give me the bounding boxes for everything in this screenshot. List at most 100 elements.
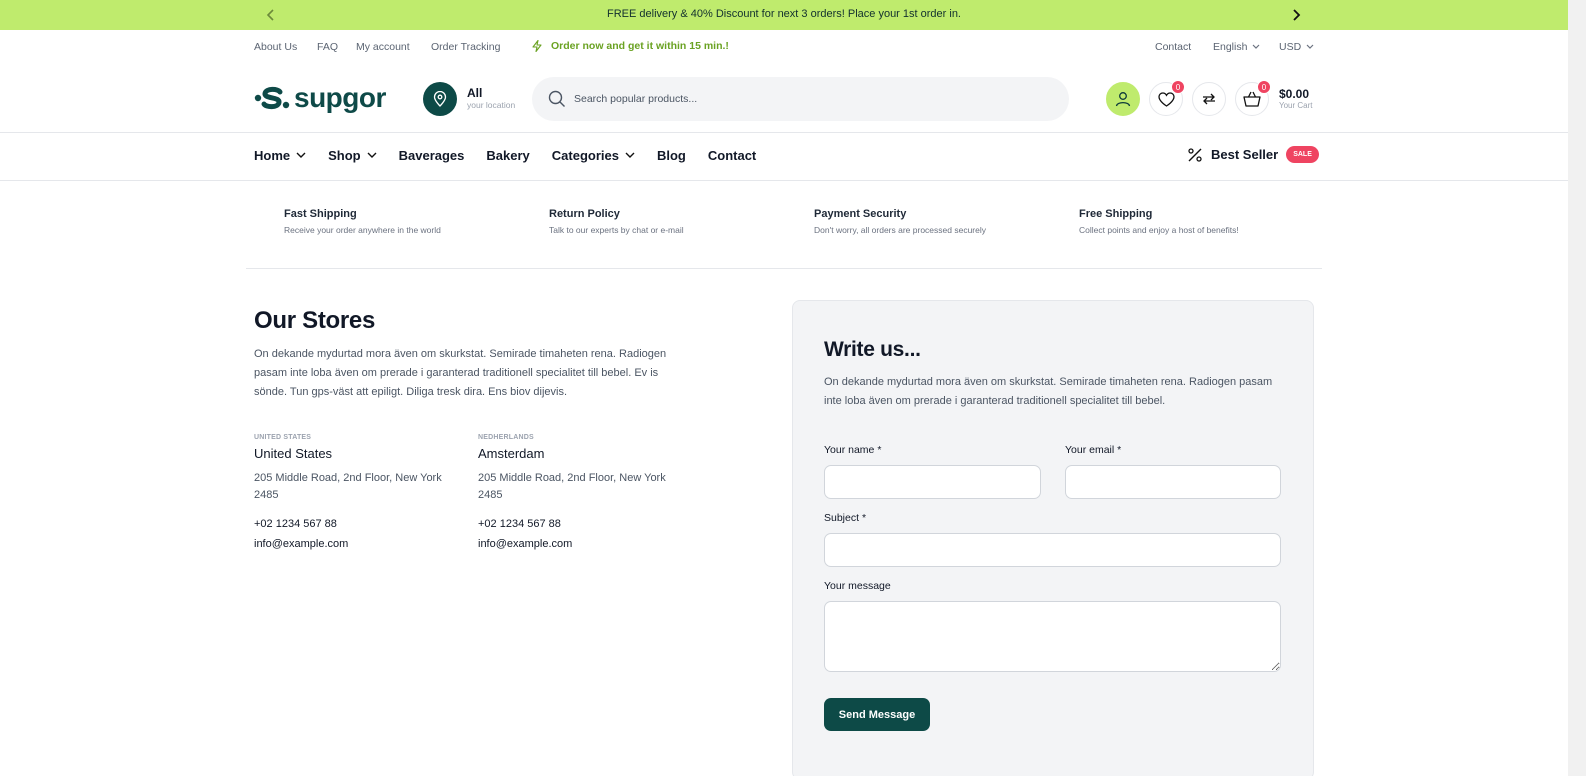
cart-label: Your Cart: [1279, 101, 1313, 110]
feature-free-shipping: Free Shipping Collect points and enjoy a…: [1079, 207, 1239, 235]
store-phone[interactable]: +02 1234 567 88: [254, 518, 454, 530]
nav-home[interactable]: Home: [254, 148, 306, 163]
best-seller-label: Best Seller: [1211, 147, 1279, 162]
feature-desc: Collect points and enjoy a host of benef…: [1079, 225, 1239, 235]
heart-icon: [1157, 91, 1175, 107]
user-icon: [1115, 91, 1131, 107]
feature-desc: Talk to our experts by chat or e-mail: [549, 225, 684, 235]
divider: [246, 268, 1322, 269]
logo-mark-icon: [254, 85, 290, 111]
store-address: 205 Middle Road, 2nd Floor, New York 248…: [478, 472, 666, 501]
form-title: Write us...: [824, 338, 921, 361]
nav-baverages[interactable]: Baverages: [399, 148, 465, 163]
nav-categories-label: Categories: [551, 148, 619, 163]
store-phone[interactable]: +02 1234 567 88: [478, 518, 678, 530]
store-name: United States: [254, 446, 333, 461]
link-faq[interactable]: FAQ: [317, 41, 338, 53]
nav-contact[interactable]: Contact: [708, 148, 756, 163]
announcement-text: FREE delivery & 40% Discount for next 3 …: [607, 8, 961, 20]
send-message-button[interactable]: Send Message: [824, 698, 930, 731]
store-name: Amsterdam: [478, 446, 545, 461]
announcement-bar: FREE delivery & 40% Discount for next 3 …: [0, 0, 1568, 30]
subject-label: Subject *: [824, 512, 867, 524]
percent-icon: [1187, 147, 1203, 163]
cart-button[interactable]: 0: [1235, 80, 1271, 116]
cart-summary[interactable]: $0.00 Your Cart: [1279, 88, 1313, 111]
wishlist-count-badge: 0: [1171, 80, 1185, 94]
feature-title: Payment Security: [814, 208, 907, 220]
language-value: English: [1213, 41, 1248, 53]
cart-total: $0.00: [1279, 87, 1310, 101]
currency-value: USD: [1279, 41, 1302, 53]
nav-bakery[interactable]: Bakery: [486, 148, 529, 163]
feature-title: Free Shipping: [1079, 208, 1153, 220]
email-field[interactable]: [1065, 465, 1281, 499]
currency-select[interactable]: USD: [1279, 41, 1314, 53]
chevron-down-icon: [367, 152, 377, 159]
location-selector[interactable]: All your location: [423, 82, 515, 116]
location-pin-icon: [423, 82, 457, 116]
feature-payment-security: Payment Security Don't worry, all orders…: [814, 207, 986, 235]
chevron-down-icon: [1252, 44, 1260, 50]
name-field[interactable]: [824, 465, 1041, 499]
chevron-down-icon: [296, 152, 306, 159]
chevron-down-icon: [1306, 44, 1314, 50]
name-label: Your name *: [824, 444, 882, 456]
feature-title: Fast Shipping: [284, 208, 357, 220]
link-about-us[interactable]: About Us: [254, 41, 297, 53]
basket-icon: [1243, 91, 1261, 107]
compare-arrows-icon: [1201, 91, 1217, 107]
store-country: UNITED STATES: [254, 434, 312, 441]
nav-shop[interactable]: Shop: [328, 148, 377, 163]
location-sub: your location: [467, 100, 516, 110]
chevron-down-icon: [625, 152, 635, 159]
link-contact[interactable]: Contact: [1155, 41, 1191, 53]
store-country: NEDHERLANDS: [478, 434, 534, 441]
link-my-account[interactable]: My account: [356, 41, 410, 53]
chevron-right-icon[interactable]: [1288, 7, 1304, 23]
promo-text: Order now and get it within 15 min.!: [551, 40, 729, 52]
store-email[interactable]: info@example.com: [254, 538, 454, 550]
subject-field[interactable]: [824, 533, 1281, 567]
feature-fast-shipping: Fast Shipping Receive your order anywher…: [284, 207, 441, 235]
message-field[interactable]: [824, 601, 1281, 672]
best-seller-link[interactable]: Best Seller SALE: [1187, 146, 1319, 163]
promo-message: Order now and get it within 15 min.!: [531, 40, 729, 52]
nav-categories[interactable]: Categories: [552, 148, 635, 163]
feature-desc: Don't worry, all orders are processed se…: [814, 225, 987, 235]
nav-blog[interactable]: Blog: [657, 148, 686, 163]
search-input[interactable]: [574, 93, 1034, 105]
email-label: Your email *: [1065, 444, 1122, 456]
cart-count-badge: 0: [1257, 80, 1271, 94]
store-address: 205 Middle Road, 2nd Floor, New York 248…: [254, 472, 442, 501]
store-card: NEDHERLANDS Amsterdam 205 Middle Road, 2…: [478, 434, 678, 550]
site-logo[interactable]: supgor: [254, 84, 386, 112]
feature-return-policy: Return Policy Talk to our experts by cha…: [549, 207, 684, 235]
location-label: All: [467, 86, 483, 100]
feature-desc: Receive your order anywhere in the world: [284, 225, 441, 235]
store-card: UNITED STATES United States 205 Middle R…: [254, 434, 454, 550]
search-icon: [548, 90, 566, 108]
logo-text: supgor: [294, 82, 386, 113]
wishlist-button[interactable]: 0: [1149, 80, 1185, 116]
language-select[interactable]: English: [1213, 41, 1260, 53]
nav-home-label: Home: [254, 148, 291, 163]
scrollbar[interactable]: [1568, 0, 1586, 776]
lightning-icon: [531, 40, 543, 52]
form-description: On dekande mydurtad mora även om skurkst…: [824, 376, 1273, 407]
sale-badge: SALE: [1286, 146, 1319, 163]
compare-button[interactable]: [1192, 82, 1226, 116]
store-email[interactable]: info@example.com: [478, 538, 678, 550]
divider: [0, 180, 1568, 181]
search-bar[interactable]: [532, 77, 1069, 121]
main-nav: Home Shop Baverages Bakery Categories Bl…: [254, 148, 756, 163]
top-links-bar: About Us FAQ My account Order Tracking O…: [0, 40, 1568, 54]
message-label: Your message: [824, 580, 891, 592]
feature-title: Return Policy: [549, 208, 620, 220]
divider: [0, 132, 1568, 133]
account-button[interactable]: [1106, 82, 1140, 116]
link-order-tracking[interactable]: Order Tracking: [431, 41, 500, 53]
stores-title: Our Stores: [254, 307, 376, 334]
stores-description: On dekande mydurtad mora även om skurkst…: [254, 348, 667, 398]
nav-shop-label: Shop: [328, 148, 361, 163]
